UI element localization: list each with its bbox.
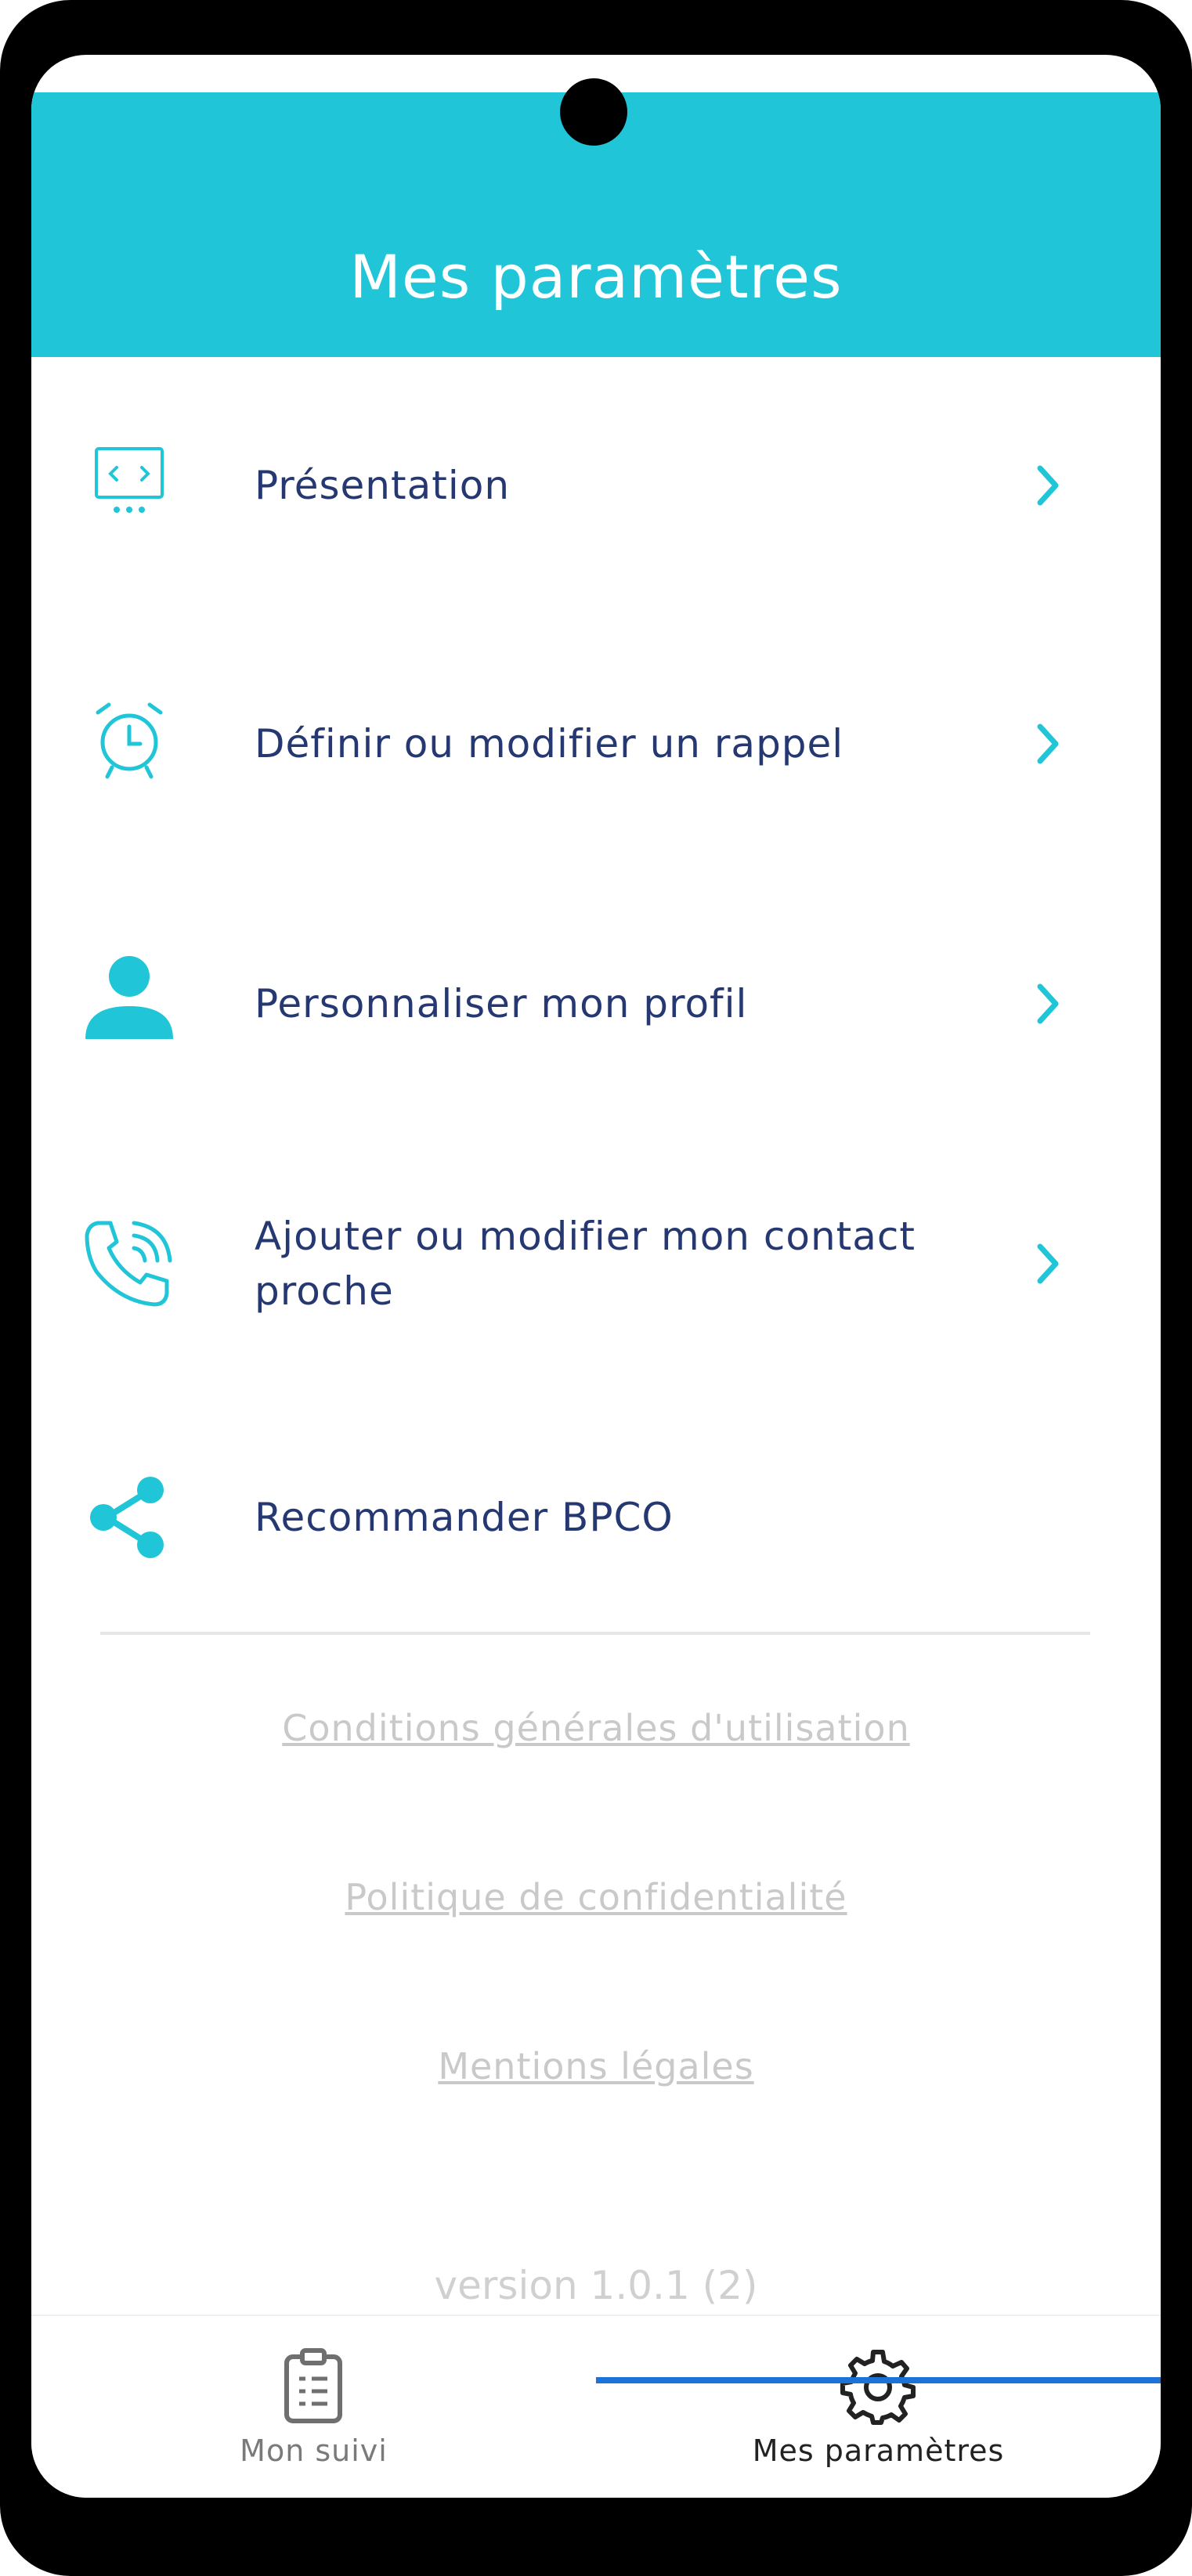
phone-call-icon xyxy=(78,1213,180,1315)
user-icon xyxy=(78,947,180,1049)
alarm-clock-icon xyxy=(78,689,180,791)
version-text: version 1.0.1 (2) xyxy=(434,2263,758,2308)
menu-item-profile[interactable]: Personnaliser mon profil xyxy=(31,925,1161,1082)
divider xyxy=(100,1632,1090,1635)
chevron-right-icon xyxy=(1026,976,1070,1031)
tab-mon-suivi[interactable]: Mon suivi xyxy=(31,2316,596,2498)
device-frame: Mes paramètres Présentation Définir ou m… xyxy=(0,0,1192,2576)
active-tab-indicator xyxy=(596,2377,1161,2383)
bottom-tab-bar: Mon suivi Mes paramètres xyxy=(31,2314,1161,2498)
tab-mes-parametres[interactable]: Mes paramètres xyxy=(596,2316,1161,2498)
chevron-right-icon xyxy=(1026,716,1070,771)
share-icon xyxy=(78,1467,180,1568)
chevron-right-icon xyxy=(1026,458,1070,513)
legal-mentions-link[interactable]: Mentions légales xyxy=(31,2045,1161,2087)
terms-link[interactable]: Conditions générales d'utilisation xyxy=(31,1707,1161,1749)
page-title: Mes paramètres xyxy=(349,242,843,312)
tab-label: Mon suivi xyxy=(240,2433,388,2468)
menu-item-reminder[interactable]: Définir ou modifier un rappel xyxy=(31,666,1161,822)
gear-icon xyxy=(839,2347,917,2426)
menu-item-label: Personnaliser mon profil xyxy=(255,981,748,1026)
menu-item-contact[interactable]: Ajouter ou modifier mon contact proche xyxy=(31,1185,1161,1342)
screen: Mes paramètres Présentation Définir ou m… xyxy=(31,55,1161,2498)
menu-item-label: Recommander BPCO xyxy=(255,1495,674,1540)
tab-label: Mes paramètres xyxy=(752,2433,1005,2468)
menu-item-label: Définir ou modifier un rappel xyxy=(255,721,844,767)
menu-item-label: Ajouter ou modifier mon contact proche xyxy=(255,1214,916,1314)
clipboard-icon xyxy=(274,2347,352,2426)
presentation-icon xyxy=(78,431,180,532)
menu-item-recommend[interactable]: Recommander BPCO xyxy=(31,1439,1161,1596)
chevron-right-icon xyxy=(1026,1236,1070,1291)
camera-notch xyxy=(560,78,627,146)
privacy-link[interactable]: Politique de confidentialité xyxy=(31,1876,1161,1918)
menu-item-label: Présentation xyxy=(255,463,511,508)
menu-item-presentation[interactable]: Présentation xyxy=(31,407,1161,564)
